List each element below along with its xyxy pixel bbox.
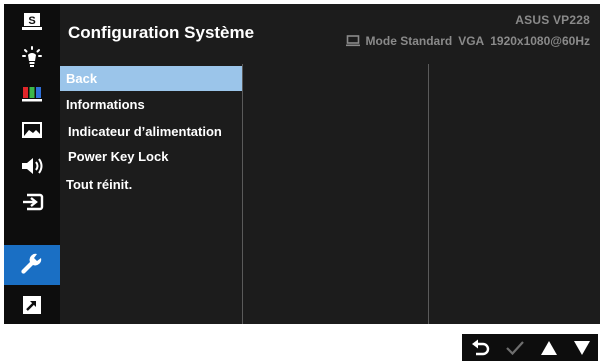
color-bars-icon [22, 86, 42, 101]
monitor-icon [345, 35, 360, 47]
sidebar-item-shortcut[interactable] [4, 287, 60, 322]
input-select-icon [23, 193, 44, 210]
resolution-label: 1920x1080@60Hz [490, 34, 590, 48]
menu-item-back[interactable]: Back [60, 66, 242, 91]
header: Configuration Système ASUS VP228 Mode St… [60, 4, 600, 56]
menu-list: Back Informations Indicateur d’alimentat… [60, 64, 242, 324]
down-arrow-icon [573, 340, 590, 355]
sidebar-item-image[interactable] [4, 112, 60, 147]
menu-item-label: Informations [66, 97, 145, 112]
confirm-check-icon [505, 340, 524, 355]
osd-panel: S Configuration Système ASUS VP228 Mode … [4, 4, 600, 324]
shortcut-icon [23, 295, 41, 314]
back-icon [471, 339, 489, 355]
confirm-button[interactable] [505, 340, 525, 356]
column-divider [428, 64, 429, 324]
sidebar-item-brightness[interactable] [4, 40, 60, 75]
menu-item-informations[interactable]: Informations [60, 92, 242, 117]
menu-item-power-key-lock[interactable]: Power Key Lock [60, 144, 242, 169]
mode-label: Mode Standard [365, 34, 453, 48]
svg-text:S: S [28, 15, 35, 27]
down-button[interactable] [573, 340, 591, 356]
speaker-icon [22, 157, 43, 174]
menu-item-power-indicator[interactable]: Indicateur d’alimentation [60, 119, 242, 144]
back-button[interactable] [470, 339, 490, 357]
up-button[interactable] [540, 340, 558, 356]
image-icon [22, 121, 42, 138]
status-line: Mode Standard VGA 1920x1080@60Hz [345, 34, 590, 48]
page-title: Configuration Système [68, 23, 255, 42]
sidebar-item-system-setup[interactable] [4, 245, 60, 285]
brightness-icon [22, 45, 42, 67]
control-bar [462, 334, 598, 361]
sidebar-item-input[interactable] [4, 184, 60, 219]
column-divider [242, 64, 243, 324]
menu-item-label: Indicateur d’alimentation [68, 124, 222, 139]
input-label: VGA [458, 34, 485, 48]
wrench-icon [21, 253, 42, 274]
menu-item-label: Power Key Lock [68, 149, 169, 164]
menu-item-label: Tout réinit. [66, 177, 133, 192]
sidebar-item-splendid[interactable]: S [4, 4, 60, 39]
menu-item-reset-all[interactable]: Tout réinit. [60, 172, 242, 197]
sidebar: S [4, 4, 60, 324]
up-arrow-icon [540, 340, 557, 355]
model-name: ASUS VP228 [515, 13, 590, 27]
sidebar-item-color[interactable] [4, 76, 60, 111]
menu-item-label: Back [66, 71, 98, 86]
sidebar-item-sound[interactable] [4, 148, 60, 183]
splendid-s-icon: S [22, 12, 42, 30]
